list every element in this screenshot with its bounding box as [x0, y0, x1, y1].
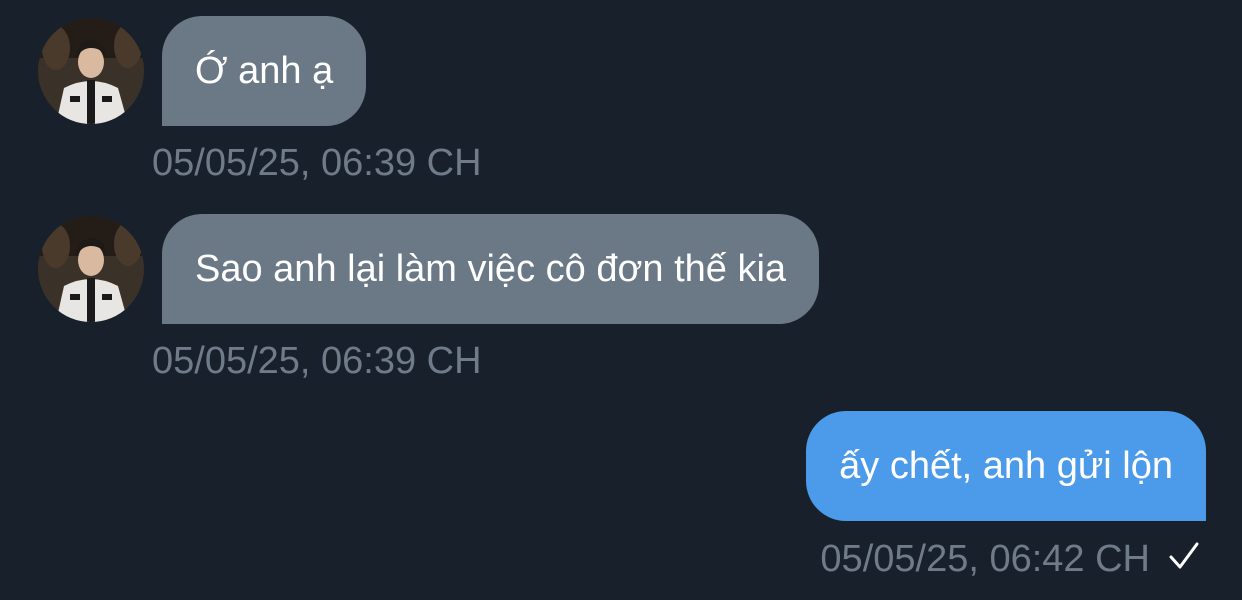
message-bubble-incoming[interactable]: Sao anh lại làm việc cô đơn thế kia	[162, 214, 820, 324]
message-bubble-incoming[interactable]: Ớ anh ạ	[162, 16, 367, 126]
contact-avatar[interactable]	[38, 18, 144, 124]
message-text: ấy chết, anh gửi lộn	[839, 445, 1173, 487]
timestamp-text: 05/05/25, 06:42 CH	[820, 538, 1150, 580]
message-timestamp: 05/05/25, 06:42 CH	[820, 540, 1200, 578]
contact-avatar[interactable]	[38, 216, 144, 322]
message-bubble-outgoing[interactable]: ấy chết, anh gửi lộn	[806, 411, 1206, 521]
message-text: Sao anh lại làm việc cô đơn thế kia	[195, 248, 787, 290]
message-text: Ớ anh ạ	[195, 50, 334, 92]
message-timestamp: 05/05/25, 06:39 CH	[152, 342, 482, 380]
timestamp-text: 05/05/25, 06:39 CH	[152, 340, 482, 382]
checkmark-icon	[1168, 540, 1200, 578]
message-timestamp: 05/05/25, 06:39 CH	[152, 144, 482, 182]
timestamp-text: 05/05/25, 06:39 CH	[152, 142, 482, 184]
